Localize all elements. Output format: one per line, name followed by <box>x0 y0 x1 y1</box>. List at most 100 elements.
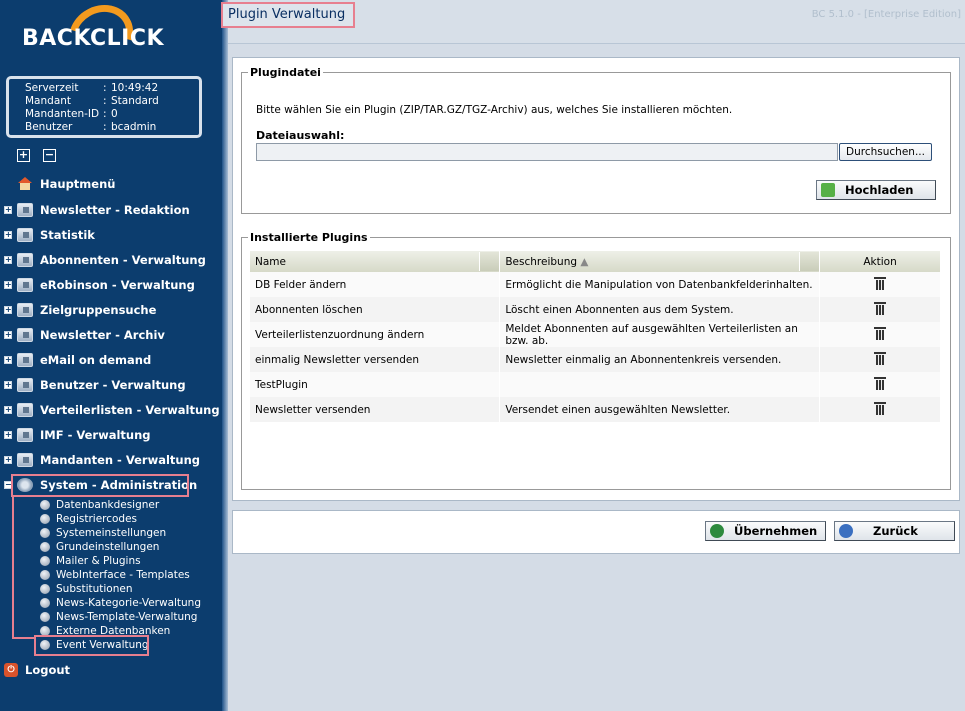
delete-icon[interactable] <box>874 301 887 315</box>
folder-icon <box>17 403 33 417</box>
browse-button[interactable]: Durchsuchen... <box>839 143 932 161</box>
annotation-line <box>12 637 34 639</box>
expand-icon[interactable]: + <box>4 381 12 389</box>
info-row-serverzeit: Serverzeit:10:49:42 <box>25 82 159 94</box>
menu-item-imf[interactable]: + IMF - Verwaltung <box>0 425 220 445</box>
folder-icon <box>17 328 33 342</box>
expand-icon[interactable]: + <box>4 306 12 314</box>
menu-item-logout[interactable]: ⏻ Logout <box>0 660 220 680</box>
table-row: Newsletter versenden Versendet einen aus… <box>250 397 941 422</box>
highlight-system-administration <box>11 474 189 497</box>
table-row: Verteilerlistenzuordnung ändern Meldet A… <box>250 322 941 347</box>
folder-icon <box>17 428 33 442</box>
sidebar: BACKCLICK Serverzeit:10:49:42 Mandant: St… <box>0 0 222 711</box>
menu-item-email-on-demand[interactable]: + eMail on demand <box>0 350 220 370</box>
expand-icon[interactable]: + <box>4 356 12 364</box>
file-path-input[interactable] <box>256 143 838 161</box>
menu-item-statistik[interactable]: + Statistik <box>0 225 220 245</box>
delete-icon[interactable] <box>874 376 887 390</box>
info-row-mandanten-id: Mandanten-ID:0 <box>25 108 118 120</box>
sub-item-webinterface-templates[interactable]: WebInterface - Templates <box>40 568 190 582</box>
expand-icon[interactable]: + <box>4 456 12 464</box>
folder-icon <box>17 453 33 467</box>
menu-item-mandanten[interactable]: + Mandanten - Verwaltung <box>0 450 220 470</box>
sub-item-mailer-plugins[interactable]: Mailer & Plugins <box>40 554 141 568</box>
apply-button[interactable]: Übernehmen <box>705 521 826 541</box>
database-icon <box>40 528 50 538</box>
folder-icon <box>17 378 33 392</box>
file-select-label: Dateiauswahl: <box>256 129 345 142</box>
sort-asc-icon: ▲ <box>580 255 589 268</box>
delete-icon[interactable] <box>874 326 887 340</box>
info-row-mandant: Mandant: Standard <box>25 95 159 107</box>
home-icon <box>17 177 33 191</box>
sidebar-edge <box>222 0 228 711</box>
delete-icon[interactable] <box>874 276 887 290</box>
upload-arrow-icon <box>821 183 835 197</box>
folder-icon <box>17 228 33 242</box>
sub-item-registriercodes[interactable]: Registriercodes <box>40 512 137 526</box>
expand-icon[interactable]: + <box>4 431 12 439</box>
expand-icon[interactable]: + <box>4 231 12 239</box>
column-name[interactable]: Name <box>250 251 501 272</box>
plugin-instruction: Bitte wählen Sie ein Plugin (ZIP/TAR.GZ/… <box>256 104 733 116</box>
folder-icon <box>17 278 33 292</box>
menu-item-newsletter-redaktion[interactable]: + Newsletter - Redaktion <box>0 200 220 220</box>
column-description[interactable]: Beschreibung ▲ <box>499 251 821 272</box>
menu-item-abonnenten[interactable]: + Abonnenten - Verwaltung <box>0 250 220 270</box>
folder-icon <box>17 303 33 317</box>
menu-item-hauptmenu[interactable]: Hauptmenü <box>0 174 220 194</box>
expand-icon[interactable]: + <box>4 281 12 289</box>
database-icon <box>40 556 50 566</box>
database-icon <box>40 514 50 524</box>
expand-icon[interactable]: + <box>4 256 12 264</box>
sub-item-datenbankdesigner[interactable]: Datenbankdesigner <box>40 498 159 512</box>
delete-icon[interactable] <box>874 401 887 415</box>
expand-icon[interactable]: + <box>4 406 12 414</box>
backclick-logo: BACKCLICK <box>20 0 180 77</box>
logo-text: BACKCLICK <box>22 26 165 51</box>
delete-icon[interactable] <box>874 351 887 365</box>
database-icon <box>40 598 50 608</box>
table-row: einmalig Newsletter versenden Newsletter… <box>250 347 941 372</box>
back-button[interactable]: Zurück <box>834 521 955 541</box>
database-icon <box>40 500 50 510</box>
sub-item-systemeinstellungen[interactable]: Systemeinstellungen <box>40 526 166 540</box>
logout-icon: ⏻ <box>4 663 18 677</box>
column-action: Aktion <box>819 251 941 272</box>
table-row: TestPlugin <box>250 372 941 397</box>
installed-plugins-legend: Installierte Plugins <box>250 231 368 244</box>
menu-item-verteilerlisten[interactable]: + Verteilerlisten - Verwaltung <box>0 400 220 420</box>
expand-icon[interactable]: + <box>4 331 12 339</box>
collapse-all-button[interactable]: − <box>43 149 56 162</box>
plugin-file-legend: Plugindatei <box>250 66 321 79</box>
back-arrow-icon <box>839 524 853 538</box>
sub-item-grundeinstellungen[interactable]: Grundeinstellungen <box>40 540 159 554</box>
sub-item-substitutionen[interactable]: Substitutionen <box>40 582 133 596</box>
expand-all-button[interactable]: + <box>17 149 30 162</box>
folder-icon <box>17 253 33 267</box>
folder-icon <box>17 353 33 367</box>
plugins-table: Name Beschreibung ▲ Aktion DB Felder änd… <box>250 251 941 422</box>
page-title: Plugin Verwaltung <box>221 2 355 28</box>
database-icon <box>40 584 50 594</box>
table-row: Abonnenten löschen Löscht einen Abonnent… <box>250 297 941 322</box>
session-info-box: Serverzeit:10:49:42 Mandant: Standard Man… <box>6 76 202 138</box>
check-icon <box>710 524 724 538</box>
menu-item-newsletter-archiv[interactable]: + Newsletter - Archiv <box>0 325 220 345</box>
annotation-line <box>12 497 14 638</box>
upload-button[interactable]: Hochladen <box>816 180 936 200</box>
menu-item-benutzer[interactable]: + Benutzer - Verwaltung <box>0 375 220 395</box>
info-row-benutzer: Benutzer: bcadmin <box>25 121 157 133</box>
folder-icon <box>17 203 33 217</box>
menu-item-zielgruppensuche[interactable]: + Zielgruppensuche <box>0 300 220 320</box>
menu-item-erobinson[interactable]: + eRobinson - Verwaltung <box>0 275 220 295</box>
version-label: BC 5.1.0 - [Enterprise Edition] <box>811 9 961 20</box>
database-icon <box>40 612 50 622</box>
sub-item-news-kategorie[interactable]: News-Kategorie-Verwaltung <box>40 596 201 610</box>
sub-item-news-template[interactable]: News-Template-Verwaltung <box>40 610 197 624</box>
expand-icon[interactable]: + <box>4 206 12 214</box>
database-icon <box>40 542 50 552</box>
table-row: DB Felder ändern Ermöglicht die Manipula… <box>250 272 941 297</box>
highlight-event-verwaltung <box>34 635 149 656</box>
